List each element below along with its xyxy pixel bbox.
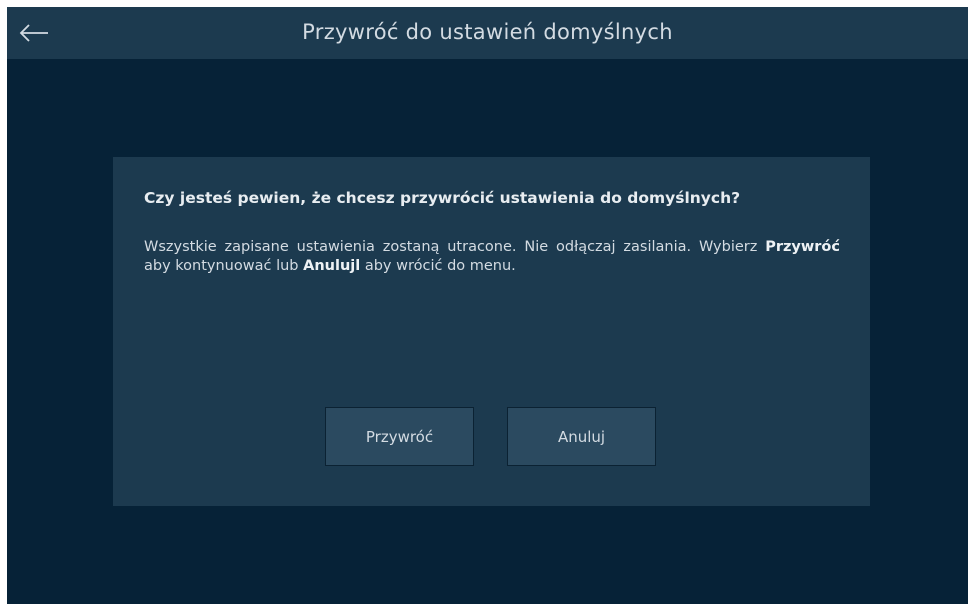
dialog-message: Wszystkie zapisane ustawienia zostaną ut… — [144, 238, 840, 276]
message-text-2: aby kontynuować lub — [144, 258, 304, 274]
screen: Przywróć do ustawień domyślnych Czy jest… — [7, 7, 968, 604]
header-bar: Przywróć do ustawień domyślnych — [7, 7, 968, 59]
message-restore-word: Przywróć — [765, 239, 840, 255]
cancel-button[interactable]: Anuluj — [507, 407, 656, 466]
message-text-1: Wszystkie zapisane ustawienia zostaną ut… — [144, 239, 766, 255]
page-title: Przywróć do ustawień domyślnych — [302, 20, 673, 44]
message-cancel-word: Anulujl — [303, 258, 361, 274]
message-text-3: aby wrócić do menu. — [360, 258, 516, 274]
confirm-dialog: Czy jesteś pewien, że chcesz przywrócić … — [113, 157, 870, 506]
restore-button[interactable]: Przywróć — [325, 407, 474, 466]
dialog-question: Czy jesteś pewien, że chcesz przywrócić … — [144, 189, 741, 207]
